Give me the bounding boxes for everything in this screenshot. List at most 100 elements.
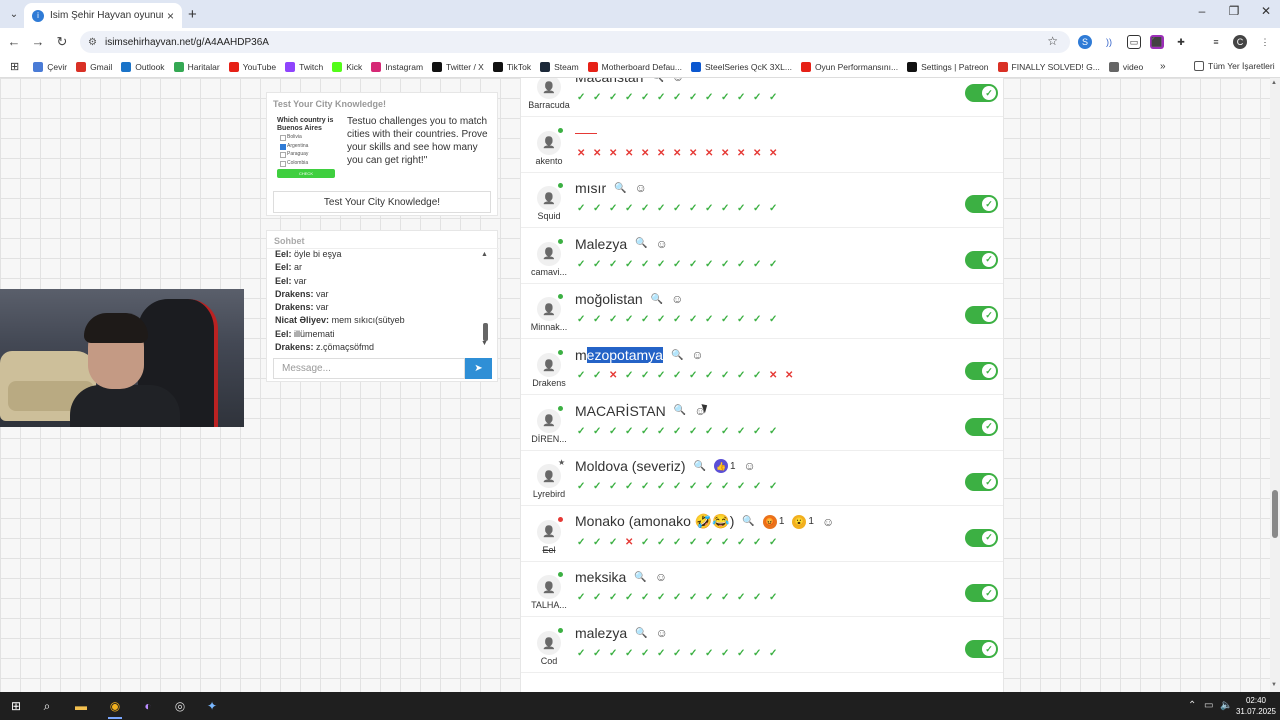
- system-clock[interactable]: 02:40 31.07.2025: [1234, 695, 1278, 717]
- add-reaction-icon[interactable]: ☺: [691, 348, 703, 362]
- reaction[interactable]: 😮 1: [792, 514, 814, 529]
- search-icon[interactable]: 🔍: [635, 628, 647, 639]
- bookmark-item[interactable]: Kick: [332, 61, 362, 72]
- read-aloud-icon[interactable]: )): [1102, 35, 1116, 49]
- page-scrollbar-thumb[interactable]: [1272, 490, 1278, 538]
- check-icon: ✓: [721, 648, 730, 659]
- bookmark-item[interactable]: Motherboard Defau...: [587, 61, 682, 72]
- bookmark-item[interactable]: Twitch: [285, 61, 323, 72]
- add-reaction-icon[interactable]: ☺: [744, 459, 756, 473]
- restore-icon[interactable]: ❐: [1224, 4, 1244, 18]
- browser-menu-icon[interactable]: ⋮: [1258, 35, 1272, 49]
- reaction[interactable]: 👍 1: [713, 459, 736, 474]
- accept-answer-toggle[interactable]: ✓: [965, 306, 998, 325]
- active-tab[interactable]: i İsim Şehir Hayvan oyununa katıl ×: [24, 3, 182, 28]
- close-window-icon[interactable]: ✕: [1256, 4, 1276, 18]
- accept-answer-toggle[interactable]: ✓: [965, 195, 998, 214]
- search-icon[interactable]: 🔍: [651, 78, 663, 83]
- bookmark-item[interactable]: Gmail: [76, 61, 112, 72]
- accept-answer-toggle[interactable]: ✓: [965, 640, 998, 658]
- search-icon[interactable]: 🔍: [742, 516, 754, 527]
- search-icon[interactable]: 🔍: [634, 572, 646, 583]
- page-scroll-up-icon[interactable]: ▲: [1271, 80, 1277, 86]
- bookmark-item[interactable]: Steam: [540, 61, 579, 72]
- check-icon: ✓: [737, 314, 746, 326]
- bookmark-favicon-icon: [76, 61, 87, 72]
- bookmark-item[interactable]: Çevir: [33, 61, 67, 72]
- check-icon: ✓: [657, 481, 666, 493]
- back-icon[interactable]: ←: [6, 34, 22, 49]
- bookmark-item[interactable]: Haritalar: [173, 61, 220, 72]
- add-reaction-icon[interactable]: ☺: [635, 181, 647, 195]
- bookmark-item[interactable]: video: [1108, 61, 1143, 72]
- reaction[interactable]: 😡 1: [762, 514, 784, 529]
- add-reaction-icon[interactable]: ☺: [656, 626, 668, 640]
- accept-answer-toggle[interactable]: ✓: [965, 528, 998, 547]
- search-icon[interactable]: ⌕: [36, 696, 58, 716]
- extension-purple-icon[interactable]: ⬛: [1150, 35, 1164, 49]
- forward-icon[interactable]: →: [30, 34, 46, 49]
- file-explorer-icon[interactable]: ▬: [70, 696, 92, 716]
- add-reaction-icon[interactable]: ☺: [655, 570, 667, 584]
- check-icon: ✓: [753, 592, 762, 604]
- accept-answer-toggle[interactable]: ✓: [965, 362, 998, 380]
- bookmarks-overflow-icon[interactable]: »: [1160, 61, 1166, 72]
- add-reaction-icon[interactable]: ☺: [822, 515, 834, 529]
- bookmark-item[interactable]: FINALLY SOLVED! G...: [997, 61, 1100, 72]
- add-reaction-icon[interactable]: ☺: [671, 292, 683, 306]
- search-icon[interactable]: 🔍: [674, 405, 686, 416]
- address-bar[interactable]: ⚙ isimsehirhayvan.net/g/A4AAHDP36A ☆: [80, 31, 1070, 53]
- minimize-icon[interactable]: –: [1192, 4, 1212, 18]
- ad-cta-button[interactable]: Test Your City Knowledge!: [273, 191, 491, 213]
- extensions-puzzle-icon[interactable]: ✚: [1174, 35, 1188, 49]
- bookmark-item[interactable]: Outlook: [121, 61, 165, 72]
- page-scroll-down-icon[interactable]: ▼: [1271, 682, 1277, 688]
- chat-scrollbar[interactable]: [483, 323, 488, 341]
- discord-icon[interactable]: ◐: [137, 696, 159, 716]
- bookmark-star-icon[interactable]: ☆: [1047, 34, 1058, 48]
- new-tab-icon[interactable]: +: [188, 6, 197, 23]
- all-bookmarks-folder[interactable]: Tüm Yer İşaretleri: [1194, 61, 1275, 71]
- search-icon[interactable]: 🔍: [651, 294, 663, 305]
- chrome-icon[interactable]: ◉: [104, 696, 126, 719]
- accept-answer-toggle[interactable]: ✓: [965, 84, 998, 102]
- check-icon: ✓: [593, 425, 602, 437]
- chat-scroll-down-icon[interactable]: ▼: [481, 340, 488, 347]
- accept-answer-toggle[interactable]: ✓: [965, 417, 998, 436]
- bookmark-item[interactable]: YouTube: [228, 61, 276, 72]
- accept-answer-toggle[interactable]: ✓: [965, 584, 998, 603]
- send-message-button[interactable]: ➤: [465, 358, 492, 379]
- page-scrollbar[interactable]: [1270, 78, 1280, 692]
- accept-answer-toggle[interactable]: ✓: [965, 250, 998, 269]
- add-reaction-icon[interactable]: ☺: [656, 237, 668, 251]
- bookmark-item[interactable]: Oyun Performansını...: [800, 61, 898, 72]
- steam-icon[interactable]: ✦: [201, 696, 223, 716]
- cast-icon[interactable]: ▭: [1127, 35, 1141, 49]
- close-tab-icon[interactable]: ×: [167, 9, 174, 23]
- bookmark-item[interactable]: Instagram: [371, 61, 423, 72]
- bookmark-item[interactable]: TikTok: [492, 61, 531, 72]
- chat-message-input[interactable]: Message...: [273, 358, 465, 379]
- add-reaction-icon[interactable]: ☺: [672, 78, 684, 84]
- profile-avatar[interactable]: C: [1233, 35, 1247, 49]
- network-icon[interactable]: ▭: [1204, 700, 1213, 711]
- search-icon[interactable]: 🔍: [671, 350, 683, 361]
- site-info-icon[interactable]: ⚙: [88, 37, 97, 48]
- tray-overflow-icon[interactable]: ⌃: [1188, 700, 1196, 711]
- bookmark-item[interactable]: Settings | Patreon: [907, 61, 989, 72]
- reload-icon[interactable]: ↻: [54, 34, 70, 50]
- start-icon[interactable]: ⊞: [5, 696, 27, 716]
- search-icon[interactable]: 🔍: [614, 183, 626, 194]
- chat-scroll-up-icon[interactable]: ▲: [481, 251, 488, 258]
- bookmark-item[interactable]: SteelSeries QcK 3XL...: [691, 61, 792, 72]
- tab-search-icon[interactable]: ⌄: [6, 6, 22, 22]
- search-icon[interactable]: 🔍: [635, 238, 647, 249]
- obs-icon[interactable]: ◎: [169, 696, 191, 716]
- search-icon[interactable]: 🔍: [693, 461, 705, 472]
- accept-answer-toggle[interactable]: ✓: [965, 473, 998, 492]
- extension-icon[interactable]: S: [1078, 35, 1092, 49]
- apps-icon[interactable]: ⊞: [10, 60, 19, 73]
- media-controls-icon[interactable]: ≡: [1209, 35, 1223, 49]
- bookmark-item[interactable]: Twitter / X: [432, 61, 484, 72]
- volume-icon[interactable]: 🔈: [1220, 700, 1232, 711]
